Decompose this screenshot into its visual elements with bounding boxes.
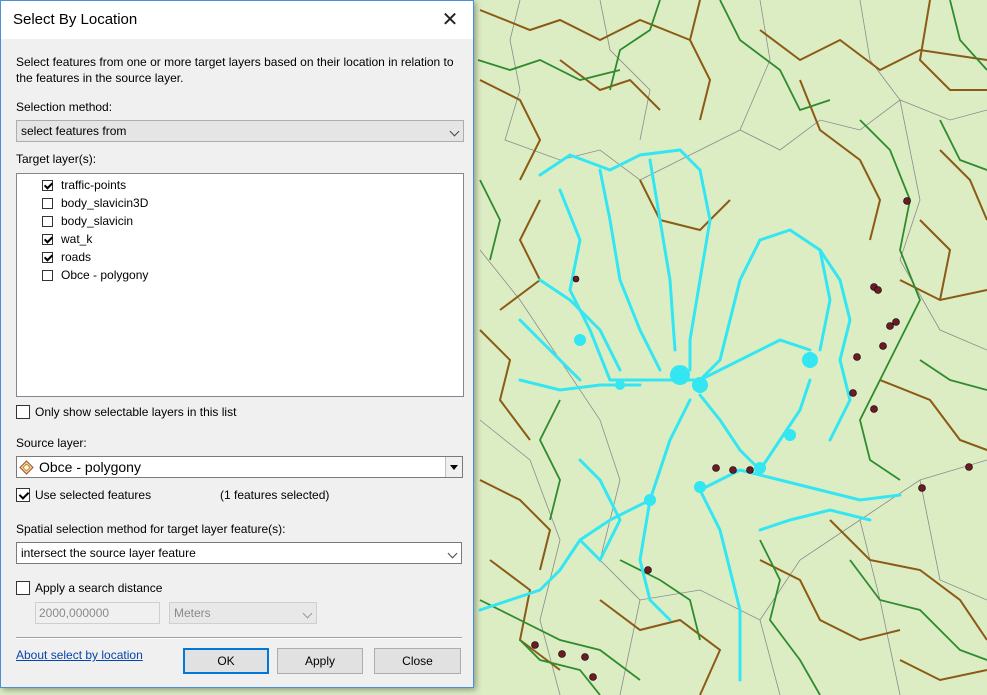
dropdown-button[interactable] [445, 457, 462, 477]
close-icon[interactable]: ✕ [433, 5, 467, 35]
ok-button[interactable]: OK [183, 648, 269, 674]
features-selected-count: (1 features selected) [220, 488, 330, 502]
dialog-title: Select By Location [13, 11, 138, 28]
use-selected-label: Use selected features [35, 488, 152, 502]
source-layer-label: Source layer: [16, 436, 87, 450]
apply-distance-label: Apply a search distance [35, 581, 163, 595]
list-item: body_slavicin [61, 214, 134, 228]
target-layer-checkbox[interactable] [42, 180, 53, 191]
spatial-method-label: Spatial selection method for target laye… [16, 522, 286, 536]
only-selectable-label: Only show selectable layers in this list [35, 405, 237, 419]
list-item: body_slavicin3D [61, 196, 149, 210]
list-item: traffic-points [61, 178, 127, 192]
target-layers-label: Target layer(s): [16, 152, 97, 166]
distance-unit-dropdown[interactable]: Meters [169, 602, 317, 624]
source-layer-value: Obce - polygony [39, 459, 141, 475]
close-button[interactable]: Close [374, 648, 461, 674]
selection-method-dropdown[interactable]: select features from [16, 120, 464, 142]
target-layer-checkbox[interactable] [42, 234, 53, 245]
source-layer-dropdown[interactable]: Obce - polygony [16, 456, 463, 478]
polygon-layer-icon [19, 460, 34, 475]
search-distance-input[interactable]: 2000,000000 [35, 602, 160, 624]
use-selected-checkbox[interactable] [16, 488, 30, 502]
only-selectable-checkbox[interactable] [16, 405, 30, 419]
target-layers-list[interactable]: traffic-points body_slavicin3D body_slav… [16, 173, 464, 397]
selection-method-value: select features from [21, 124, 127, 138]
chevron-down-icon [447, 548, 458, 559]
list-item: wat_k [61, 232, 93, 246]
chevron-down-icon [302, 608, 313, 619]
dialog-titlebar[interactable]: Select By Location ✕ [1, 1, 473, 39]
spatial-method-value: intersect the source layer feature [21, 546, 196, 560]
list-item: roads [61, 250, 92, 264]
apply-button[interactable]: Apply [277, 648, 363, 674]
spatial-method-dropdown[interactable]: intersect the source layer feature [16, 542, 462, 564]
target-layer-checkbox[interactable] [42, 252, 53, 263]
distance-unit-value: Meters [174, 606, 211, 620]
target-layer-checkbox[interactable] [42, 216, 53, 227]
list-item: Obce - polygony [61, 268, 149, 282]
about-select-by-location-link[interactable]: About select by location [16, 648, 143, 662]
target-layer-checkbox[interactable] [42, 270, 53, 281]
select-by-location-dialog: Select By Location ✕ Select features fro… [0, 0, 474, 688]
selection-method-label: Selection method: [16, 100, 113, 114]
divider-highlight [16, 638, 462, 639]
apply-distance-checkbox[interactable] [16, 581, 30, 595]
triangle-down-icon [450, 465, 458, 470]
dialog-description: Select features from one or more target … [16, 55, 454, 85]
chevron-down-icon [449, 126, 460, 137]
target-layer-checkbox[interactable] [42, 198, 53, 209]
